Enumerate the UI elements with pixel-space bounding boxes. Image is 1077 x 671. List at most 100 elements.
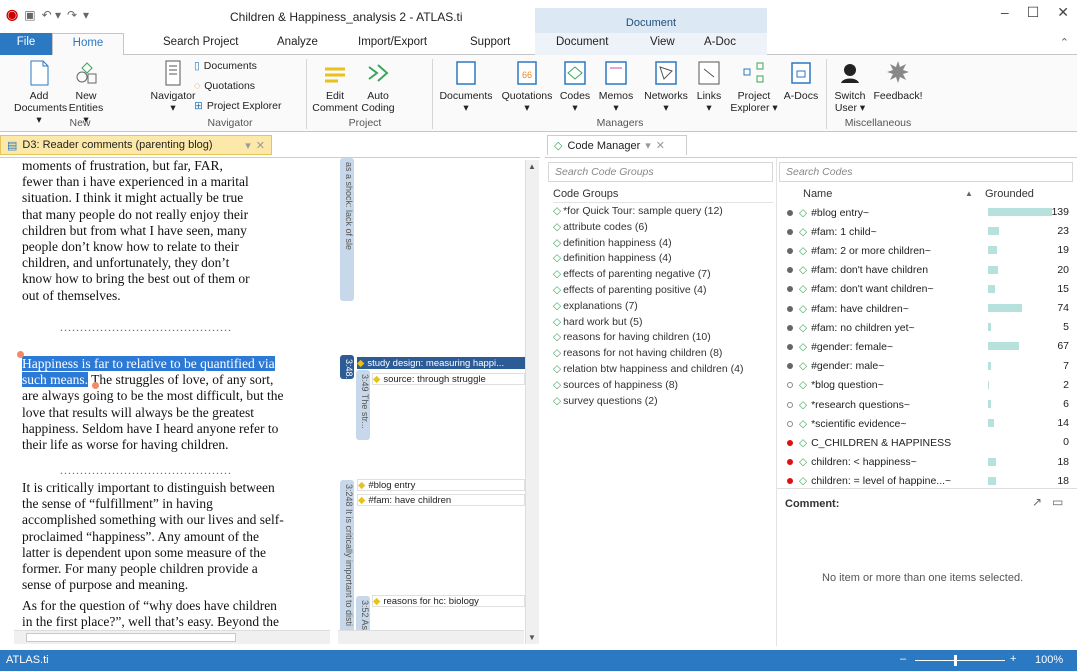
code-row[interactable]: ◇ #fam: 1 child~ 23 (783, 222, 1077, 241)
undo-icon[interactable]: ↶ ▾ (42, 8, 61, 22)
tab-menu-icon[interactable]: ▾ (245, 139, 251, 152)
zoom-slider-thumb[interactable] (954, 655, 957, 666)
minimize-icon[interactable]: ‒ (1001, 4, 1009, 21)
scroll-thumb[interactable] (26, 633, 236, 642)
nav-quotations-item[interactable]: ◌ Quotations (194, 80, 255, 92)
networks-manager-button[interactable]: Networks ▾ (640, 59, 692, 114)
close-icon[interactable]: ✕ (1057, 4, 1069, 21)
code-row[interactable]: ◇ #blog entry~ 139 (783, 203, 1077, 222)
add-documents-button[interactable]: Add Documents ▾ (14, 59, 67, 126)
tab-view[interactable]: View (650, 36, 675, 48)
feedback-button[interactable]: Feedback! (872, 59, 924, 102)
document-tab[interactable]: ▤ D3: Reader comments (parenting blog) ▾… (0, 135, 272, 155)
links-manager-button[interactable]: Links ▾ (694, 59, 724, 114)
nav-project-explorer-item[interactable]: ⊞ Project Explorer (194, 100, 282, 112)
code-group-item[interactable]: ◇ reasons for having children (10) (553, 331, 711, 343)
margin-horizontal-scrollbar[interactable] (338, 630, 524, 644)
quotation-bar[interactable]: as a shock: lack of sle (340, 158, 354, 301)
edit-comment-icon[interactable]: ↗ (1032, 495, 1042, 509)
quotations-manager-button[interactable]: 66 Quotations ▾ (498, 59, 556, 114)
margin-code-label[interactable]: ◆ source: through struggle (372, 373, 525, 385)
new-entities-button[interactable]: New Entities ▾ (66, 59, 106, 126)
collapse-ribbon-icon[interactable]: ⌃ (1060, 36, 1069, 49)
code-row[interactable]: ◇ C_CHILDREN & HAPPINESS 0 (783, 433, 1077, 452)
tab-document[interactable]: Document (556, 36, 608, 48)
close-tab-icon[interactable]: ✕ (656, 139, 665, 152)
document-vertical-scrollbar[interactable]: ▲ ▼ (525, 160, 539, 644)
tab-analyze[interactable]: Analyze (277, 36, 318, 48)
quotation-bar[interactable]: 3:248 It is critically important to dist… (340, 480, 354, 638)
code-row[interactable]: ◇ #gender: male~ 7 (783, 357, 1077, 376)
code-group-item[interactable]: ◇ explanations (7) (553, 300, 638, 312)
tab-file[interactable]: File (0, 33, 52, 55)
maximize-icon[interactable]: ☐ (1027, 4, 1040, 21)
code-group-item[interactable]: ◇ relation btw happiness and children (4) (553, 363, 743, 375)
code-row[interactable]: ◇ #fam: 2 or more children~ 19 (783, 241, 1077, 260)
paragraph-4[interactable]: As for the question of “why does have ch… (22, 598, 327, 630)
selection-handle-end[interactable] (92, 382, 99, 389)
codes-manager-button[interactable]: Codes ▾ (558, 59, 592, 114)
code-group-item[interactable]: ◇ definition happiness (4) (553, 252, 672, 264)
code-groups-header[interactable]: Code Groups (553, 188, 773, 203)
code-group-item[interactable]: ◇ attribute codes (6) (553, 221, 648, 233)
code-manager-tab[interactable]: ◇ Code Manager ▾ ✕ (547, 135, 687, 155)
edit-comment-button[interactable]: Edit Comment (312, 59, 358, 114)
selected-quotation[interactable]: Happiness is far to relative to be quant… (22, 356, 275, 371)
paragraph-2[interactable]: Happiness is far to relative to be quant… (22, 356, 327, 453)
code-row[interactable]: ◇ children: < happiness~ 18 (783, 453, 1077, 472)
margin-code-label[interactable]: ◆ study design: measuring happi... (357, 357, 525, 369)
selection-handle-start[interactable] (17, 351, 24, 358)
navigator-button[interactable]: Navigator ▾ (150, 59, 196, 114)
grounded-column-header[interactable]: Grounded (985, 188, 1034, 200)
code-row[interactable]: ◇ *blog question~ 2 (783, 376, 1077, 395)
code-row[interactable]: ◇ *scientific evidence~ 14 (783, 414, 1077, 433)
auto-coding-button[interactable]: Auto Coding (358, 59, 398, 114)
margin-code-label[interactable]: ◆ reasons for hc: biology (372, 595, 525, 607)
paragraph-1[interactable]: moments of frustration, but far, FAR, few… (22, 158, 327, 304)
code-row[interactable]: ◇ #gender: female~ 67 (783, 337, 1077, 356)
code-row[interactable]: ◇ *research questions~ 6 (783, 395, 1077, 414)
margin-code-label[interactable]: ◆ #fam: have children (357, 494, 525, 506)
code-group-item[interactable]: ◇ survey questions (2) (553, 395, 658, 407)
search-codes-input[interactable]: Search Codes (779, 162, 1073, 182)
search-code-groups-input[interactable]: Search Code Groups (548, 162, 773, 182)
tab-a-doc[interactable]: A-Doc (704, 36, 736, 48)
code-row[interactable]: ◇ #fam: have children~ 74 (783, 299, 1077, 318)
project-explorer-button[interactable]: Project Explorer ▾ (728, 59, 780, 114)
memos-manager-button[interactable]: Memos ▾ (596, 59, 636, 114)
margin-code-label[interactable]: ◆ #blog entry (357, 479, 525, 491)
paragraph-3[interactable]: It is critically important to distinguis… (22, 480, 327, 593)
quotation-bar-selected[interactable]: 3:48... (340, 355, 354, 379)
code-row[interactable]: ◇ #fam: don't have children 20 (783, 261, 1077, 280)
scroll-down-icon[interactable]: ▼ (528, 633, 536, 642)
code-group-item[interactable]: ◇ sources of happiness (8) (553, 379, 678, 391)
code-row[interactable]: ◇ #fam: don't want children~ 15 (783, 280, 1077, 299)
code-group-item[interactable]: ◇ *for Quick Tour: sample query (12) (553, 205, 723, 217)
customize-qat-icon[interactable]: ▾ (83, 8, 89, 22)
documents-manager-button[interactable]: Documents ▾ (436, 59, 496, 114)
name-column-header[interactable]: Name (803, 188, 832, 200)
code-group-item[interactable]: ◇ reasons for not having children (8) (553, 347, 722, 359)
zoom-in-icon[interactable]: + (1010, 653, 1016, 665)
redo-icon[interactable]: ↷ (67, 8, 77, 22)
code-row[interactable]: ◇ #fam: no children yet~ 5 (783, 318, 1077, 337)
export-comment-icon[interactable]: ▭ (1052, 495, 1063, 509)
tab-import-export[interactable]: Import/Export (358, 36, 427, 48)
switch-user-button[interactable]: Switch User ▾ (830, 59, 870, 114)
quotation-bar[interactable]: 3:49 The str... (356, 370, 370, 440)
nav-documents-item[interactable]: ▯ Documents (194, 60, 257, 72)
tab-support[interactable]: Support (470, 36, 510, 48)
a-docs-button[interactable]: A-Docs (782, 59, 820, 102)
code-group-item[interactable]: ◇ effects of parenting negative (7) (553, 268, 711, 280)
zoom-out-icon[interactable]: ‒ (900, 653, 906, 665)
scroll-up-icon[interactable]: ▲ (528, 162, 536, 171)
zoom-slider[interactable] (915, 660, 1005, 661)
tab-home[interactable]: Home (52, 33, 124, 56)
code-group-item[interactable]: ◇ definition happiness (4) (553, 237, 672, 249)
save-icon[interactable]: ▣ (24, 8, 35, 22)
selected-quotation[interactable]: such means. (22, 372, 88, 388)
code-group-item[interactable]: ◇ effects of parenting positive (4) (553, 284, 706, 296)
code-group-item[interactable]: ◇ hard work but (5) (553, 316, 642, 328)
tab-search-project[interactable]: Search Project (163, 36, 238, 48)
document-horizontal-scrollbar[interactable] (14, 630, 330, 644)
